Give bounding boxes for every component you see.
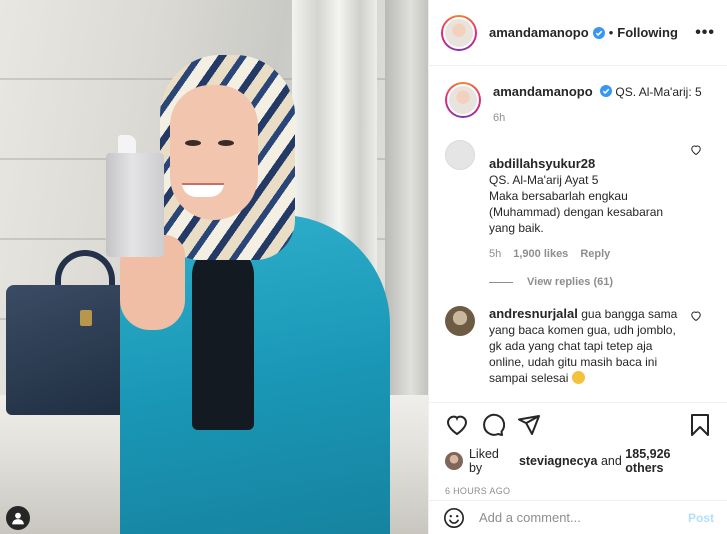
replies-divider [489,281,513,283]
commenter-username[interactable]: abdillahsyukur28 [489,156,595,171]
verified-icon [592,26,605,39]
following-button[interactable]: Following [617,25,678,40]
reply-button[interactable]: Reply [580,248,610,260]
right-eye [218,140,234,146]
comment-likes[interactable]: 1,900 likes [513,248,568,260]
share-icon[interactable] [517,413,541,437]
caption-username[interactable]: amandamanopo [493,84,593,99]
liker-username[interactable]: steviagnecya [519,454,598,468]
handbag-lock [80,310,92,326]
post-comment-button[interactable]: Post [688,511,714,525]
comment-heart-icon[interactable] [690,310,702,322]
comment-item: andresnurjalal gua bangga sama yang baca… [445,306,712,386]
heart-icon[interactable] [445,413,469,437]
more-options-icon[interactable]: ••• [695,24,715,41]
view-replies-label: View replies (61) [527,276,614,288]
caption: amandamanopo QS. Al-Ma'arij: 5 6h [445,67,712,124]
comment-input[interactable] [479,510,688,525]
author-avatar[interactable] [443,16,475,49]
left-eye [185,140,201,146]
post-photo[interactable] [0,0,428,534]
black-top [192,245,254,430]
caption-time[interactable]: 6h [493,112,702,124]
emoji-icon [571,371,585,384]
blurred-bottle [106,153,164,257]
liked-by-prefix: Liked by [468,447,499,475]
user-tag-icon[interactable] [6,506,30,530]
author-username[interactable]: amandamanopo [489,25,589,40]
comment-icon[interactable] [481,413,505,437]
emoji-icon[interactable] [443,507,465,529]
liked-by-row: Liked by steviagnecya and 185,926 others [445,447,712,475]
post-header: amandamanopo • Following ••• [429,0,727,66]
comment-item: abdillahsyukur28 QS. Al-Ma'arij Ayat 5 M… [445,140,712,260]
add-comment-bar: Post [429,500,727,534]
post-actions: Liked by steviagnecya and 185,926 others… [429,402,727,496]
liked-by-and: and [600,454,622,468]
post-side-panel: amandamanopo • Following ••• amandamanop… [428,0,727,534]
caption-avatar-ring[interactable] [445,82,481,118]
likes-count[interactable]: 185,926 others [625,447,712,475]
commenter-username[interactable]: andresnurjalal [489,306,578,321]
caption-text: QS. Al-Ma'arij: 5 [615,85,702,99]
commenter-avatar[interactable] [445,140,475,170]
comment-text: QS. Al-Ma'arij Ayat 5 Maka bersabarlah e… [489,173,664,235]
post-timestamp[interactable]: 6 HOURS AGO [445,486,712,496]
commenter-avatar[interactable] [445,306,475,336]
comment-heart-icon[interactable] [690,144,702,156]
face [170,85,258,220]
caption-avatar[interactable] [447,84,479,116]
author-avatar-ring[interactable] [441,14,477,51]
bookmark-icon[interactable] [688,413,712,437]
separator-dot: • [608,25,614,40]
view-replies-button[interactable]: View replies (61) [489,276,712,288]
comments-list[interactable]: amandamanopo QS. Al-Ma'arij: 5 6h abdill… [429,67,727,402]
liker-avatar[interactable] [445,452,463,470]
verified-icon [600,85,613,97]
comment-time[interactable]: 5h [489,248,501,260]
